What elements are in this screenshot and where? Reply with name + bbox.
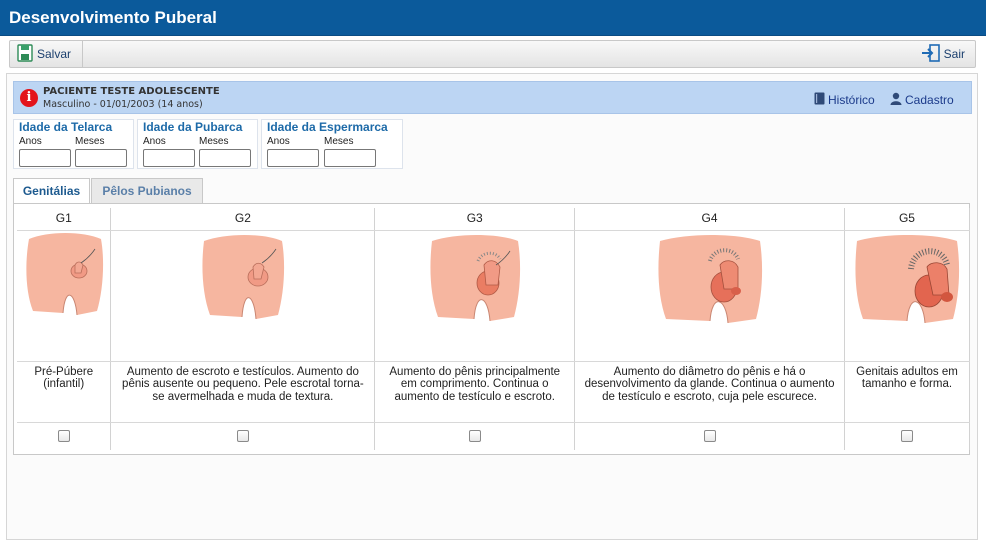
espermarca-months-label: Meses xyxy=(324,136,354,147)
stage-g2-checkbox[interactable] xyxy=(236,429,249,442)
stage-header: G4 xyxy=(574,208,845,231)
telarca-age-group: Idade da Telarca Anos Meses xyxy=(13,119,134,169)
telarca-legend: Idade da Telarca xyxy=(19,120,113,134)
stage-g5-checkbox[interactable] xyxy=(900,429,913,442)
stage-header: G3 xyxy=(374,208,576,231)
stage-description: Aumento do pênis principalmente em compr… xyxy=(374,361,576,423)
stage-description: Aumento de escroto e testículos. Aumento… xyxy=(110,361,376,423)
patient-name: PACIENTE TESTE ADOLESCENTE xyxy=(43,86,220,97)
espermarca-years-label: Anos xyxy=(267,136,290,147)
stage-header: G1 xyxy=(17,208,112,231)
exit-label: Sair xyxy=(943,47,965,61)
stage-illustration xyxy=(202,234,284,319)
stages-grid: G1 G2 G3 G4 G5 Pré-Púbere (infantil) Aum… xyxy=(13,203,971,455)
espermarca-legend: Idade da Espermarca xyxy=(267,120,388,134)
pubarca-legend: Idade da Pubarca xyxy=(143,120,243,134)
history-label: Histórico xyxy=(828,93,875,107)
toolbar: Salvar Sair xyxy=(9,40,976,68)
telarca-months-input[interactable] xyxy=(75,149,127,167)
patient-details: Masculino - 01/01/2003 (14 anos) xyxy=(43,99,203,110)
stage-description: Aumento do diâmetro do pênis e há o dese… xyxy=(574,361,845,423)
save-button[interactable]: Salvar xyxy=(10,41,83,67)
pubarca-months-input[interactable] xyxy=(199,149,251,167)
stage-illustration xyxy=(658,234,762,323)
main-content: i PACIENTE TESTE ADOLESCENTE Masculino -… xyxy=(6,73,978,540)
info-icon: i xyxy=(20,89,38,107)
pubarca-months-label: Meses xyxy=(199,136,229,147)
tab-genitalias[interactable]: Genitálias xyxy=(13,178,90,204)
pubarca-age-group: Idade da Pubarca Anos Meses xyxy=(137,119,258,169)
espermarca-years-input[interactable] xyxy=(267,149,319,167)
pubarca-years-label: Anos xyxy=(143,136,166,147)
tab-pelos-pubianos[interactable]: Pêlos Pubianos xyxy=(91,178,203,204)
stage-illustration xyxy=(26,232,103,315)
stage-g4-checkbox[interactable] xyxy=(703,429,716,442)
exit-icon xyxy=(921,43,944,65)
telarca-months-label: Meses xyxy=(75,136,105,147)
stage-illustration xyxy=(430,234,520,321)
save-label: Salvar xyxy=(37,47,72,61)
book-icon xyxy=(814,92,828,108)
window-title: Desenvolvimento Puberal xyxy=(9,8,217,27)
stage-g1-checkbox[interactable] xyxy=(57,429,70,442)
title-bar: Desenvolvimento Puberal xyxy=(0,0,986,36)
stage-header: G5 xyxy=(844,208,971,231)
stage-description: Pré-Púbere (infantil) xyxy=(17,361,112,423)
patient-banner: i PACIENTE TESTE ADOLESCENTE Masculino -… xyxy=(13,81,972,114)
espermarca-months-input[interactable] xyxy=(324,149,376,167)
save-icon xyxy=(17,43,37,65)
stage-header: G2 xyxy=(110,208,376,231)
user-icon xyxy=(890,92,905,108)
espermarca-age-group: Idade da Espermarca Anos Meses xyxy=(261,119,403,169)
register-link[interactable]: Cadastro xyxy=(890,92,954,108)
exit-button[interactable]: Sair xyxy=(921,41,965,67)
telarca-years-input[interactable] xyxy=(19,149,71,167)
register-label: Cadastro xyxy=(905,93,954,107)
stages-table: G1 G2 G3 G4 G5 Pré-Púbere (infantil) Aum… xyxy=(17,208,971,450)
history-link[interactable]: Histórico xyxy=(814,92,875,108)
telarca-years-label: Anos xyxy=(19,136,42,147)
stage-description: Genitais adultos em tamanho e forma. xyxy=(844,361,971,423)
stage-illustration xyxy=(855,234,960,323)
stage-g3-checkbox[interactable] xyxy=(468,429,481,442)
pubarca-years-input[interactable] xyxy=(143,149,195,167)
